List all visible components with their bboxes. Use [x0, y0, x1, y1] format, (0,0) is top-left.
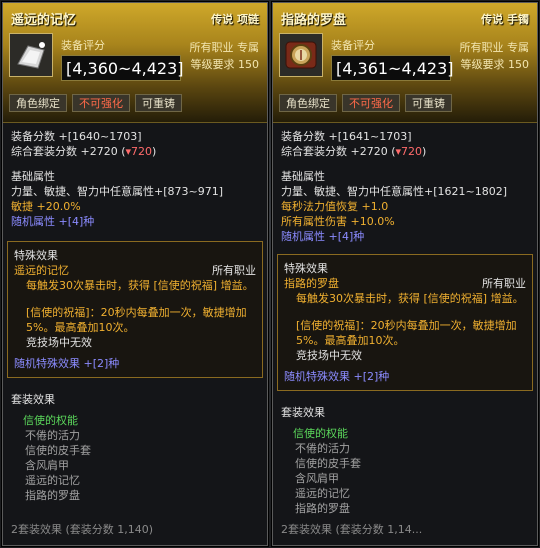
special-desc: 每触发30次暴击时，获得 [信使的祝福] 增益。	[26, 279, 254, 292]
set-item: 含风肩甲	[25, 459, 69, 472]
special-title: 特殊效果	[14, 249, 58, 262]
item-tooltip-bracelet: 指路的罗盘 传说 手镯 装备评分 [4,361~4,423] 所有职业 专属 等…	[272, 2, 538, 546]
set-score: 综合套装分数 +2720 (▾720)	[11, 144, 259, 159]
basic-stat-random: 随机属性 +[4]种	[11, 215, 95, 228]
special-job: 所有职业	[212, 264, 256, 277]
special-effect-box: 特殊效果 遥远的记忆 所有职业 每触发30次暴击时，获得 [信使的祝福] 增益。…	[7, 241, 263, 378]
necklace-icon	[17, 42, 45, 69]
score-label: 装备评分	[61, 39, 105, 52]
item-title: 指路的罗盘	[281, 13, 347, 28]
job-requirement: 所有职业 专属	[459, 41, 530, 54]
random-special: 随机特殊效果 +[2]种	[14, 357, 120, 370]
score-label: 装备评分	[331, 39, 375, 52]
set-score: 综合套装分数 +2720 (▾720)	[281, 144, 529, 159]
set-item: 遥远的记忆	[25, 474, 80, 487]
set-score-text: 综合套装分数 +2720 (	[281, 145, 396, 158]
set-item: 不倦的活力	[25, 429, 80, 442]
item-icon-slot[interactable]	[9, 33, 53, 77]
equip-score: 装备分数 +[1640~1703]	[11, 130, 142, 143]
set-name: 信使的权能	[293, 427, 348, 440]
level-requirement: 等级要求 150	[460, 58, 530, 71]
basic-stat-1: 力量、敏捷、智力中任意属性+[1621~1802]	[281, 185, 508, 198]
basic-stat-3: 所有属性伤害 +10.0%	[281, 215, 395, 228]
item-title: 遥远的记忆	[11, 13, 77, 28]
item-grade: 传说 手镯	[481, 13, 529, 26]
set-item: 指路的罗盘	[295, 502, 350, 515]
pvp-note: 竞技场中无效	[296, 349, 362, 362]
special-desc: 每触发30次暴击时，获得 [信使的祝福] 增益。	[296, 292, 524, 305]
set-name: 信使的权能	[23, 414, 78, 427]
set-score-delta: ▾720	[395, 145, 423, 158]
tag-row: 角色绑定 不可强化 可重铸	[279, 94, 452, 112]
special-header: 遥远的记忆 所有职业	[14, 263, 256, 278]
tag-bind: 角色绑定	[9, 94, 67, 112]
special-name: 遥远的记忆	[14, 264, 69, 277]
tag-reforge: 可重铸	[135, 94, 182, 112]
set-score-delta: ▾720	[125, 145, 153, 158]
tag-no-enhance: 不可强化	[72, 94, 130, 112]
set-footer: 2套装效果 (套装分数 1,140)	[11, 523, 154, 536]
special-title: 特殊效果	[284, 262, 328, 275]
set-footer: 2套装效果 (套装分数 1,14...	[281, 523, 423, 536]
basic-stat-random: 随机属性 +[4]种	[281, 230, 365, 243]
item-icon-slot[interactable]	[279, 33, 323, 77]
score-value: [4,360~4,423]	[61, 55, 184, 81]
job-requirement: 所有职业 专属	[189, 41, 260, 54]
random-special: 随机特殊效果 +[2]种	[284, 370, 390, 383]
score-value: [4,361~4,423]	[331, 55, 454, 81]
equip-score: 装备分数 +[1641~1703]	[281, 130, 412, 143]
set-item: 不倦的活力	[295, 442, 350, 455]
compass-bracelet-icon	[285, 41, 317, 69]
tag-no-enhance: 不可强化	[342, 94, 400, 112]
basic-stat-2: 敏捷 +20.0%	[11, 200, 81, 213]
item-tooltip-necklace: 遥远的记忆 传说 项链 装备评分 [4,360~4,423] 所有职业 专属 等…	[2, 2, 268, 546]
set-item: 遥远的记忆	[295, 487, 350, 500]
set-score-close: )	[422, 145, 427, 158]
special-job: 所有职业	[482, 277, 526, 290]
basic-title: 基础属性	[11, 170, 55, 183]
special-name: 指路的罗盘	[284, 277, 339, 290]
buff-desc: [信使的祝福]：20秒内每叠加一次，敏捷增加5%。最高叠加10次。	[26, 306, 247, 334]
pvp-note: 竞技场中无效	[26, 336, 92, 349]
tooltip-body: 装备分数 +[1640~1703] 综合套装分数 +2720 (▾720) 基础…	[3, 123, 267, 503]
item-grade: 传说 项链	[211, 13, 259, 26]
basic-stat-1: 力量、敏捷、智力中任意属性+[873~971]	[11, 185, 224, 198]
set-item: 信使的皮手套	[295, 457, 361, 470]
tag-reforge: 可重铸	[405, 94, 452, 112]
tooltip-header: 指路的罗盘 传说 手镯 装备评分 [4,361~4,423] 所有职业 专属 等…	[273, 3, 537, 123]
set-item: 信使的皮手套	[25, 444, 91, 457]
set-title: 套装效果	[11, 393, 55, 406]
set-item: 含风肩甲	[295, 472, 339, 485]
set-item: 指路的罗盘	[25, 489, 80, 502]
set-score-text: 综合套装分数 +2720 (	[11, 145, 126, 158]
basic-title: 基础属性	[281, 170, 325, 183]
buff-desc: [信使的祝福]：20秒内每叠加一次，敏捷增加5%。最高叠加10次。	[296, 319, 517, 347]
basic-stat-2: 每秒法力值恢复 +1.0	[281, 200, 389, 213]
tooltip-body: 装备分数 +[1641~1703] 综合套装分数 +2720 (▾720) 基础…	[273, 123, 537, 516]
special-effect-box: 特殊效果 指路的罗盘 所有职业 每触发30次暴击时，获得 [信使的祝福] 增益。…	[277, 254, 533, 391]
level-requirement: 等级要求 150	[190, 58, 260, 71]
tag-bind: 角色绑定	[279, 94, 337, 112]
tooltip-header: 遥远的记忆 传说 项链 装备评分 [4,360~4,423] 所有职业 专属 等…	[3, 3, 267, 123]
tag-row: 角色绑定 不可强化 可重铸	[9, 94, 182, 112]
set-score-close: )	[152, 145, 157, 158]
set-title: 套装效果	[281, 406, 325, 419]
special-header: 指路的罗盘 所有职业	[284, 276, 526, 291]
